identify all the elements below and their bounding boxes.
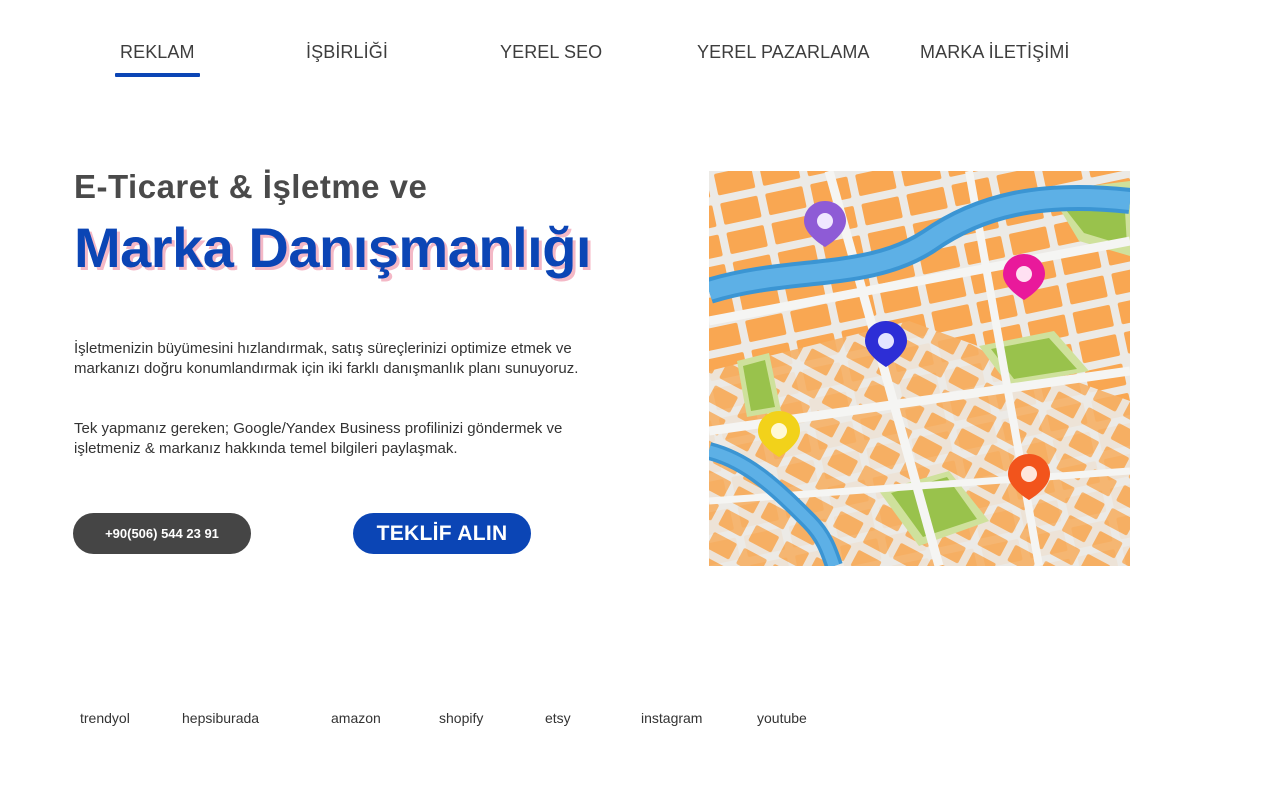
tab-yerel-pazarlama[interactable]: YEREL PAZARLAMA — [697, 42, 870, 63]
link-hepsiburada[interactable]: hepsiburada — [182, 710, 259, 726]
link-shopify[interactable]: shopify — [439, 710, 483, 726]
tab-yerel-seo[interactable]: YEREL SEO — [500, 42, 602, 63]
link-youtube[interactable]: youtube — [757, 710, 807, 726]
get-offer-button[interactable]: TEKLİF ALIN — [353, 513, 531, 554]
hero-description-1: İşletmenizin büyümesini hızlandırmak, sa… — [74, 340, 579, 377]
tab-isbirligi[interactable]: İŞBİRLİĞİ — [306, 42, 388, 63]
page: REKLAM İŞBİRLİĞİ YEREL SEO YEREL PAZARLA… — [0, 0, 1280, 800]
link-trendyol[interactable]: trendyol — [80, 710, 130, 726]
footer-links: trendyol hepsiburada amazon shopify etsy… — [0, 710, 1280, 730]
city-map-illustration — [709, 171, 1130, 566]
tab-marka-iletisimi[interactable]: MARKA İLETİŞİMİ — [920, 42, 1070, 63]
hero-description-2: Tek yapmanız gereken; Google/Yandex Busi… — [74, 420, 563, 457]
phone-button[interactable]: +90(506) 544 23 91 — [73, 513, 251, 554]
hero-title: Marka Danışmanlığı — [74, 216, 591, 279]
link-etsy[interactable]: etsy — [545, 710, 571, 726]
link-amazon[interactable]: amazon — [331, 710, 381, 726]
top-nav: REKLAM İŞBİRLİĞİ YEREL SEO YEREL PAZARLA… — [0, 38, 1280, 83]
link-instagram[interactable]: instagram — [641, 710, 702, 726]
hero-subtitle: E-Ticaret & İşletme ve — [74, 168, 428, 205]
tab-reklam[interactable]: REKLAM — [115, 42, 200, 77]
city-map-icon — [709, 171, 1130, 566]
